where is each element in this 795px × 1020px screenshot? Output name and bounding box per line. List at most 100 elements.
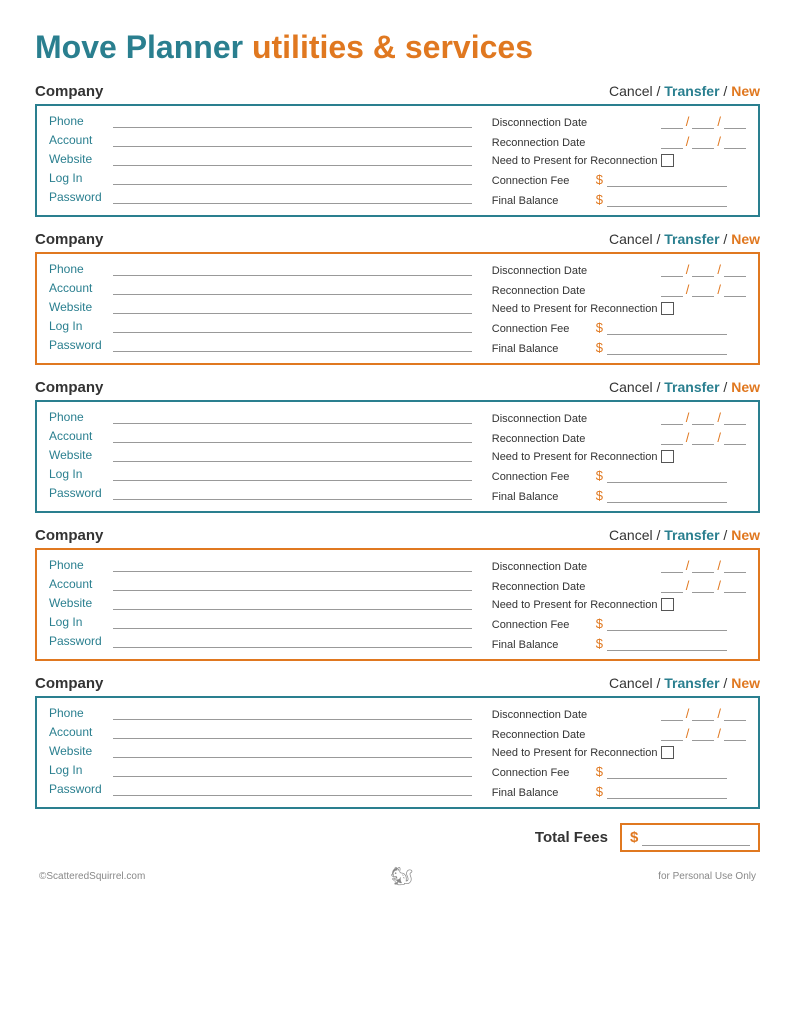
date-part-dd[interactable] bbox=[692, 707, 714, 721]
field-input-line[interactable] bbox=[113, 558, 472, 572]
date-part-dd[interactable] bbox=[692, 283, 714, 297]
field-input-line[interactable] bbox=[113, 152, 472, 166]
fee-input-line[interactable] bbox=[607, 173, 727, 187]
date-part-yy[interactable] bbox=[724, 579, 746, 593]
date-part-mm[interactable] bbox=[661, 727, 683, 741]
fee-input-line[interactable] bbox=[607, 489, 727, 503]
date-part-yy[interactable] bbox=[724, 727, 746, 741]
date-part-dd[interactable] bbox=[692, 559, 714, 573]
reconnection-checkbox[interactable] bbox=[661, 154, 674, 167]
left-col-1: PhoneAccountWebsiteLog InPassword bbox=[49, 114, 492, 207]
date-part-yy[interactable] bbox=[724, 707, 746, 721]
dollar-sign: $ bbox=[596, 764, 603, 779]
field-row-log-in-5: Log In bbox=[49, 763, 472, 777]
cancel-label: Cancel bbox=[609, 231, 653, 247]
date-part-dd[interactable] bbox=[692, 431, 714, 445]
field-label-3: Account bbox=[49, 429, 107, 443]
field-row-phone-5: Phone bbox=[49, 706, 472, 720]
field-input-line[interactable] bbox=[113, 782, 472, 796]
fee-row-3: Final Balance$ bbox=[492, 488, 746, 503]
fee-input-line[interactable] bbox=[607, 341, 727, 355]
date-slash: / bbox=[716, 410, 722, 425]
field-input-line[interactable] bbox=[113, 190, 472, 204]
date-field-label: Disconnection Date bbox=[492, 709, 657, 721]
squirrel-icon: 🐿 bbox=[390, 866, 413, 887]
field-row-website-2: Website bbox=[49, 300, 472, 314]
date-part-yy[interactable] bbox=[724, 115, 746, 129]
field-input-line[interactable] bbox=[113, 114, 472, 128]
date-part-mm[interactable] bbox=[661, 115, 683, 129]
field-input-line[interactable] bbox=[113, 486, 472, 500]
company-label-2: Company bbox=[35, 231, 103, 248]
fee-input-line[interactable] bbox=[607, 765, 727, 779]
fee-input-line[interactable] bbox=[607, 785, 727, 799]
field-input-line[interactable] bbox=[113, 171, 472, 185]
date-part-mm[interactable] bbox=[661, 559, 683, 573]
reconnection-checkbox[interactable] bbox=[661, 450, 674, 463]
field-input-line[interactable] bbox=[113, 615, 472, 629]
section-header-3: CompanyCancel / Transfer / New bbox=[35, 379, 760, 396]
date-row-3: Reconnection Date / / bbox=[492, 430, 746, 445]
checkbox-row-2: Need to Present for Reconnection bbox=[492, 302, 746, 315]
field-row-password-2: Password bbox=[49, 338, 472, 352]
date-part-dd[interactable] bbox=[692, 135, 714, 149]
date-part-dd[interactable] bbox=[692, 727, 714, 741]
date-part-yy[interactable] bbox=[724, 559, 746, 573]
fee-input-line[interactable] bbox=[607, 617, 727, 631]
date-part-mm[interactable] bbox=[661, 283, 683, 297]
date-part-yy[interactable] bbox=[724, 263, 746, 277]
reconnection-checkbox[interactable] bbox=[661, 302, 674, 315]
date-part-dd[interactable] bbox=[692, 263, 714, 277]
fee-input-line[interactable] bbox=[607, 321, 727, 335]
field-input-line[interactable] bbox=[113, 744, 472, 758]
date-part-yy[interactable] bbox=[724, 411, 746, 425]
fee-input-line[interactable] bbox=[607, 637, 727, 651]
field-label-5: Phone bbox=[49, 706, 107, 720]
field-input-line[interactable] bbox=[113, 133, 472, 147]
field-input-line[interactable] bbox=[113, 300, 472, 314]
fee-input-line[interactable] bbox=[607, 469, 727, 483]
date-part-dd[interactable] bbox=[692, 411, 714, 425]
field-row-account-5: Account bbox=[49, 725, 472, 739]
field-label-1: Log In bbox=[49, 171, 107, 185]
field-input-line[interactable] bbox=[113, 577, 472, 591]
date-part-yy[interactable] bbox=[724, 431, 746, 445]
field-input-line[interactable] bbox=[113, 281, 472, 295]
date-part-mm[interactable] bbox=[661, 431, 683, 445]
right-col-3: Disconnection Date / / Reconnection Date… bbox=[492, 410, 746, 503]
reconnection-checkbox[interactable] bbox=[661, 746, 674, 759]
field-input-line[interactable] bbox=[113, 763, 472, 777]
field-input-line[interactable] bbox=[113, 338, 472, 352]
date-part-yy[interactable] bbox=[724, 135, 746, 149]
total-input-line[interactable] bbox=[642, 830, 750, 846]
reconnection-checkbox[interactable] bbox=[661, 598, 674, 611]
field-input-line[interactable] bbox=[113, 467, 472, 481]
field-input-line[interactable] bbox=[113, 706, 472, 720]
field-input-line[interactable] bbox=[113, 429, 472, 443]
page: Move Planner utilities & services Compan… bbox=[0, 0, 795, 1020]
field-input-line[interactable] bbox=[113, 634, 472, 648]
date-field-label: Reconnection Date bbox=[492, 581, 657, 593]
date-part-dd[interactable] bbox=[692, 579, 714, 593]
cancel-label: Cancel bbox=[609, 83, 653, 99]
date-part-mm[interactable] bbox=[661, 263, 683, 277]
field-input-line[interactable] bbox=[113, 596, 472, 610]
date-part-mm[interactable] bbox=[661, 411, 683, 425]
checkbox-row-4: Need to Present for Reconnection bbox=[492, 598, 746, 611]
date-part-mm[interactable] bbox=[661, 707, 683, 721]
date-part-dd[interactable] bbox=[692, 115, 714, 129]
transfer-label: Transfer bbox=[664, 527, 719, 543]
date-part-mm[interactable] bbox=[661, 579, 683, 593]
field-input-line[interactable] bbox=[113, 725, 472, 739]
date-part-mm[interactable] bbox=[661, 135, 683, 149]
section-header-2: CompanyCancel / Transfer / New bbox=[35, 231, 760, 248]
date-part-yy[interactable] bbox=[724, 283, 746, 297]
field-input-line[interactable] bbox=[113, 448, 472, 462]
field-input-line[interactable] bbox=[113, 262, 472, 276]
company-label-5: Company bbox=[35, 675, 103, 692]
field-input-line[interactable] bbox=[113, 410, 472, 424]
field-input-line[interactable] bbox=[113, 319, 472, 333]
fee-input-line[interactable] bbox=[607, 193, 727, 207]
dollar-sign: $ bbox=[596, 340, 603, 355]
field-row-phone-4: Phone bbox=[49, 558, 472, 572]
